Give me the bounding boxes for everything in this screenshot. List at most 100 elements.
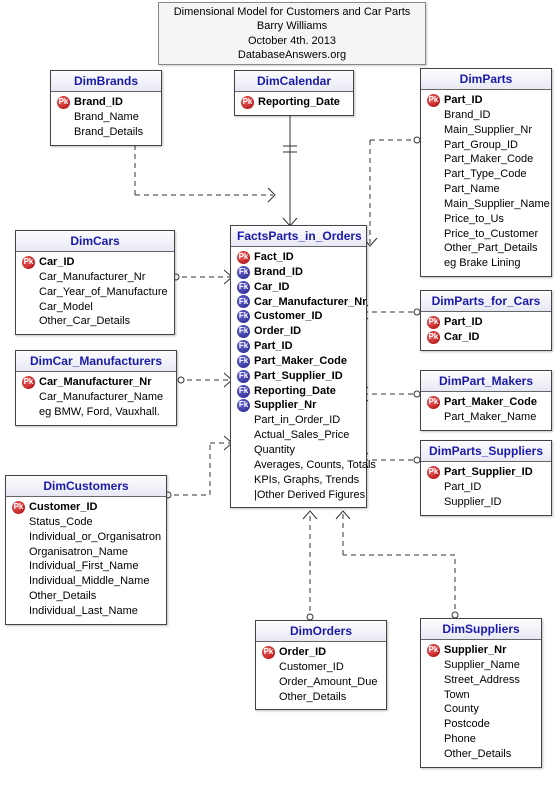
attr: Part_ID	[444, 315, 483, 330]
attr: Individual_Middle_Name	[29, 574, 149, 589]
entity-dimparts-for-cars: DimParts_for_Cars PkPart_ID PkCar_ID	[420, 290, 552, 351]
entity-dimpart-makers: DimPart_Makers Pk Part_Maker_Code Part_Ma…	[420, 370, 552, 431]
attr: Part_Maker_Name	[444, 410, 536, 425]
attr: Part_Maker_Code	[444, 395, 537, 410]
attr: Individual_Last_Name	[29, 604, 138, 619]
title-line4: DatabaseAnswers.org	[167, 48, 417, 62]
entity-dimcalendar: DimCalendar Pk Reporting_Date	[234, 70, 354, 116]
title-line3: October 4th. 2013	[167, 34, 417, 48]
attr: Part_ID	[444, 93, 483, 108]
pk-icon: Pk	[427, 466, 440, 479]
attr: Main_Supplier_Name	[444, 197, 550, 212]
entity-header: DimCar_Manufacturers	[16, 351, 176, 372]
fk-icon: Fk	[237, 370, 250, 383]
fk-icon: Fk	[237, 355, 250, 368]
attr: Car_ID	[39, 255, 74, 270]
fk-icon: Fk	[237, 325, 250, 338]
attr: Brand_Name	[74, 110, 139, 125]
attr: Brand_Details	[74, 125, 143, 140]
attr: Car_Manufacturer_Nr	[39, 270, 145, 285]
entity-dimorders: DimOrders PkOrder_ID Customer_ID Order_A…	[255, 620, 387, 710]
entity-header: DimCalendar	[235, 71, 353, 92]
attr: Car_ID	[254, 280, 289, 295]
attr: Part_ID	[444, 480, 481, 495]
attr: KPIs, Graphs, Trends	[254, 473, 359, 488]
pk-icon: Pk	[427, 644, 440, 657]
attr: Part_Type_Code	[444, 167, 527, 182]
fk-icon: Fk	[237, 385, 250, 398]
attr: Other_Details	[279, 690, 346, 705]
pk-icon: Pk	[427, 396, 440, 409]
attr: Part_Name	[444, 182, 500, 197]
attr: Brand_ID	[74, 95, 123, 110]
pk-icon: Pk	[57, 96, 70, 109]
attr: Customer_ID	[29, 500, 97, 515]
pk-icon: Pk	[427, 94, 440, 107]
title-line1: Dimensional Model for Customers and Car …	[167, 5, 417, 19]
attr: Brand_ID	[254, 265, 303, 280]
attr: Supplier_Nr	[254, 398, 316, 413]
attr: eg BMW, Ford, Vauxhall.	[39, 405, 160, 420]
attr: Individual_or_Organisatron	[29, 530, 161, 545]
entity-dimcar-manufacturers: DimCar_Manufacturers Pk Car_Manufacturer_…	[15, 350, 177, 426]
attr: Other_Part_Details	[444, 241, 538, 256]
attr: Order_ID	[254, 324, 301, 339]
attr: Quantity	[254, 443, 295, 458]
attr: Organisatron_Name	[29, 545, 128, 560]
attr: Car_Manufacturer_Nr	[39, 375, 151, 390]
attr: Other_Details	[444, 747, 511, 762]
attr: Part_ID	[254, 339, 293, 354]
attr: County	[444, 702, 479, 717]
fk-icon: Fk	[237, 281, 250, 294]
entity-dimsuppliers: DimSuppliers PkSupplier_Nr Supplier_Name…	[420, 618, 542, 768]
attr: eg Brake Lining	[444, 256, 520, 271]
attr: Main_Supplier_Nr	[444, 123, 532, 138]
attr: Car_Year_of_Manufacture	[39, 285, 168, 300]
attr: Actual_Sales_Price	[254, 428, 349, 443]
fk-icon: Fk	[237, 310, 250, 323]
entity-header: DimParts	[421, 69, 551, 90]
pk-icon: Pk	[427, 331, 440, 344]
entity-header: DimCustomers	[6, 476, 166, 497]
attr: Status_Code	[29, 515, 93, 530]
attr: Street_Address	[444, 673, 520, 688]
attr: Part_Supplier_ID	[254, 369, 343, 384]
pk-icon: Pk	[22, 376, 35, 389]
title-line2: Barry Williams	[167, 19, 417, 33]
attr: Averages, Counts, Totals	[254, 458, 376, 473]
er-diagram-canvas: Dimensional Model for Customers and Car …	[0, 0, 560, 787]
attr: Brand_ID	[444, 108, 490, 123]
entity-header: DimCars	[16, 231, 174, 252]
attr: Part_Maker_Code	[254, 354, 347, 369]
attr: Other_Car_Details	[39, 314, 130, 329]
attr: Price_to_Us	[444, 212, 504, 227]
attr: Car_ID	[444, 330, 479, 345]
attr: Town	[444, 688, 470, 703]
fk-icon: Fk	[237, 340, 250, 353]
attr: |Other Derived Figures	[254, 488, 365, 503]
fk-icon: Fk	[237, 266, 250, 279]
pk-icon: Pk	[12, 501, 25, 514]
entity-header: DimParts_Suppliers	[421, 441, 551, 462]
attr: Order_Amount_Due	[279, 675, 377, 690]
attr: Reporting_Date	[258, 95, 340, 110]
attr: Fact_ID	[254, 250, 294, 265]
pk-icon: Pk	[241, 96, 254, 109]
attr: Supplier_Nr	[444, 643, 506, 658]
pk-icon: Pk	[22, 256, 35, 269]
attr: Part_in_Order_ID	[254, 413, 340, 428]
pk-icon: Pk	[262, 646, 275, 659]
pk-icon: Pk	[427, 316, 440, 329]
entity-dimcustomers: DimCustomers Pk Customer_ID Status_Code I…	[5, 475, 167, 625]
entity-factsparts-in-orders: FactsParts_in_Orders PkFact_ID FkBrand_I…	[230, 225, 367, 508]
entity-dimparts-suppliers: DimParts_Suppliers PkPart_Supplier_ID Pa…	[420, 440, 552, 516]
attr: Customer_ID	[254, 309, 322, 324]
entity-header: DimOrders	[256, 621, 386, 642]
attr: Car_Model	[39, 300, 93, 315]
entity-header: DimPart_Makers	[421, 371, 551, 392]
attr: Part_Group_ID	[444, 138, 518, 153]
attr: Part_Maker_Code	[444, 152, 533, 167]
diagram-title: Dimensional Model for Customers and Car …	[158, 2, 426, 65]
entity-dimbrands: DimBrands PkBrand_ID Brand_Name Brand_De…	[50, 70, 162, 146]
attr: Postcode	[444, 717, 490, 732]
